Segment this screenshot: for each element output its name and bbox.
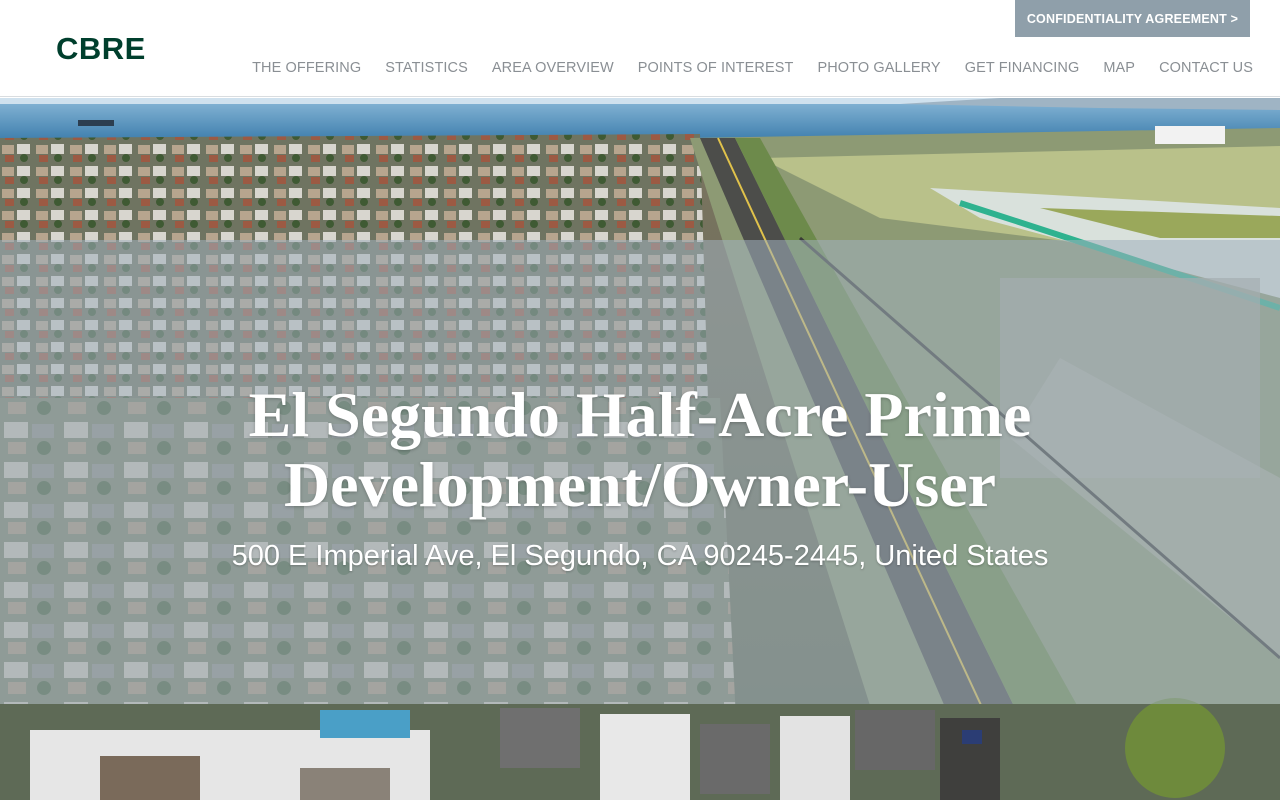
nav-contact-us[interactable]: CONTACT US bbox=[1159, 60, 1253, 76]
title-line-1: El Segundo Half-Acre Prime bbox=[248, 378, 1032, 450]
nav-points-of-interest[interactable]: POINTS OF INTEREST bbox=[638, 60, 794, 76]
title-line-2: Development/Owner-User bbox=[283, 448, 997, 520]
confidentiality-agreement-button[interactable]: CONFIDENTIALITY AGREEMENT > bbox=[1015, 0, 1250, 37]
hero-section: El Segundo Half-Acre Prime Development/O… bbox=[0, 98, 1280, 800]
nav-photo-gallery[interactable]: PHOTO GALLERY bbox=[817, 60, 940, 76]
nav-get-financing[interactable]: GET FINANCING bbox=[965, 60, 1080, 76]
property-address: 500 E Imperial Ave, El Segundo, CA 90245… bbox=[231, 539, 1049, 572]
site-header: CBRE CONFIDENTIALITY AGREEMENT > THE OFF… bbox=[0, 0, 1280, 97]
nav-area-overview[interactable]: AREA OVERVIEW bbox=[492, 60, 614, 76]
property-title: El Segundo Half-Acre Prime Development/O… bbox=[248, 378, 1032, 520]
main-nav: THE OFFERING STATISTICS AREA OVERVIEW PO… bbox=[252, 60, 1253, 76]
nav-statistics[interactable]: STATISTICS bbox=[385, 60, 468, 76]
nav-map[interactable]: MAP bbox=[1103, 60, 1135, 76]
cbre-logo[interactable]: CBRE bbox=[56, 33, 146, 64]
hero-overlay: El Segundo Half-Acre Prime Development/O… bbox=[0, 240, 1280, 704]
nav-the-offering[interactable]: THE OFFERING bbox=[252, 60, 361, 76]
